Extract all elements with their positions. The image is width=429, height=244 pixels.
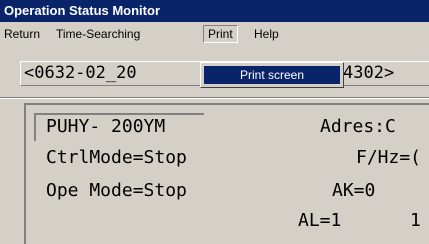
menu-bar: Return Time-Searching Print Help	[0, 22, 429, 46]
ctrl-mode-status: CtrlMode=Stop	[46, 147, 187, 168]
ope-mode-status: Ope Mode=Stop	[46, 180, 187, 201]
print-dropdown-menu: Print screen	[200, 62, 344, 88]
menu-help[interactable]: Help	[250, 25, 283, 43]
model-name: PUHY- 200YM	[46, 116, 166, 137]
address-right-text: 4302>	[343, 63, 395, 83]
trailing-value: 1	[410, 210, 421, 231]
frequency-value: F/Hz=(	[356, 147, 422, 168]
address-value: Adres:C	[320, 116, 396, 137]
status-panel: PUHY- 200YM Adres:C CtrlMode=Stop F/Hz=(…	[24, 103, 429, 244]
operation-status-monitor-window: Operation Status Monitor Return Time-Sea…	[0, 0, 429, 244]
print-screen-menu-item[interactable]: Print screen	[204, 66, 340, 84]
al-value: AL=1	[298, 210, 342, 231]
menu-time-searching[interactable]: Time-Searching	[52, 25, 144, 43]
separator-line	[0, 97, 429, 99]
menu-print[interactable]: Print	[203, 25, 238, 43]
window-title: Operation Status Monitor	[0, 0, 429, 22]
ak-value: AK=0	[332, 180, 376, 201]
menu-return[interactable]: Return	[0, 25, 44, 43]
address-left-text: <0632-02_20	[24, 63, 137, 83]
